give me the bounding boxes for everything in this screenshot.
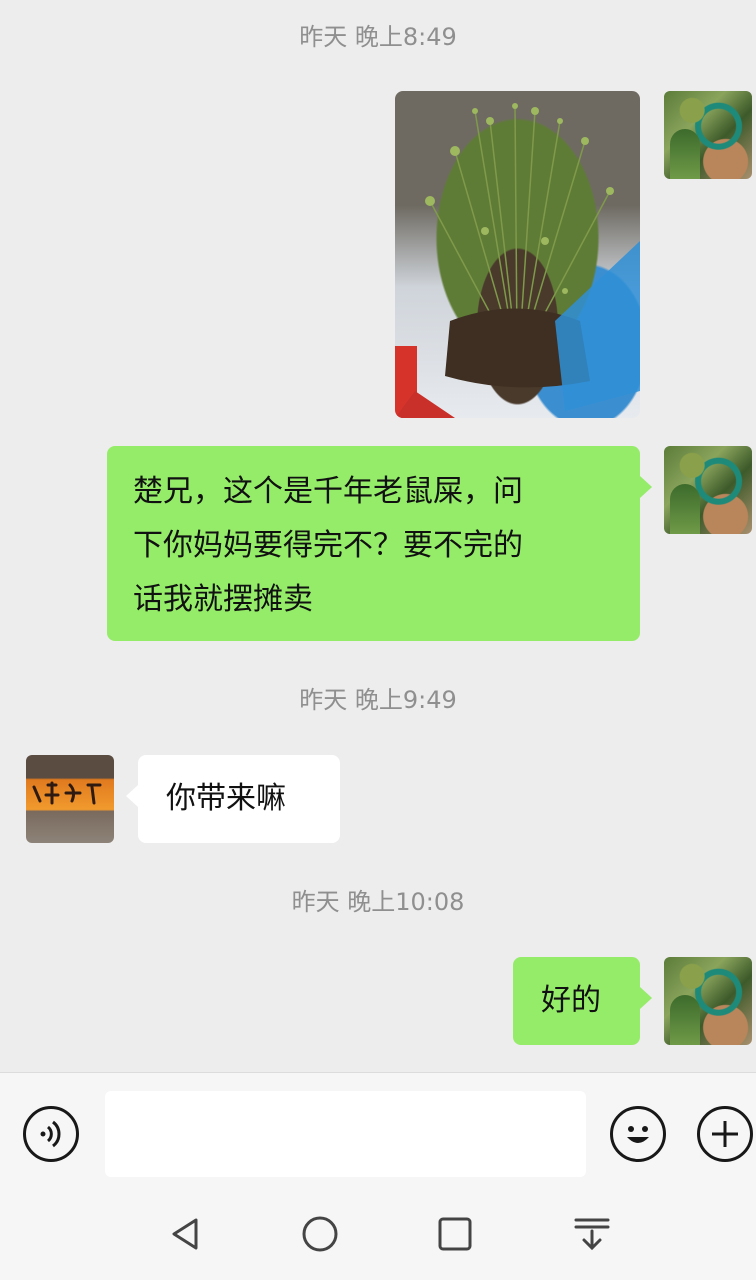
system-nav-bar [0, 1190, 756, 1280]
chat-input-bar [0, 1072, 756, 1191]
message-text: 好的 [541, 983, 601, 1018]
emoji-icon[interactable] [610, 1106, 666, 1162]
home-circle-icon[interactable] [298, 1212, 342, 1256]
plant-photo-image [395, 103, 640, 418]
message-line: 话我就摆摊卖 [133, 582, 313, 617]
message-bubble-mine[interactable]: 好的 [513, 957, 652, 1045]
back-triangle-icon[interactable] [164, 1212, 208, 1256]
recents-square-icon[interactable] [433, 1212, 477, 1256]
message-input[interactable] [105, 1091, 586, 1177]
plus-glyph [712, 1121, 738, 1147]
image-message-plant-photo[interactable] [395, 91, 640, 418]
calligraphy-banner-image [32, 781, 102, 805]
plus-icon[interactable] [697, 1106, 753, 1162]
message-bubble-mine[interactable]: 楚兄，这个是千年老鼠屎，问 下你妈妈要得完不？要不完的 话我就摆摊卖 [107, 446, 652, 641]
my-avatar[interactable] [664, 446, 752, 534]
message-line: 楚兄，这个是千年老鼠屎，问 [133, 474, 523, 509]
my-avatar[interactable] [664, 957, 752, 1045]
timestamp: 昨天 晚上8:49 [299, 23, 457, 51]
message-text: 你带来嘛 [166, 781, 286, 816]
chat-area[interactable]: 昨天 晚上8:49 楚兄，这个是千年老鼠屎，问 下你妈妈要得完不？要不完的 话我… [0, 0, 756, 1072]
voice-icon[interactable] [23, 1106, 79, 1162]
timestamp: 昨天 晚上9:49 [299, 686, 457, 714]
timestamp: 昨天 晚上10:08 [291, 888, 465, 916]
voice-wave-glyph [40, 1120, 61, 1148]
smiley-glyph [627, 1126, 649, 1143]
my-avatar[interactable] [664, 91, 752, 179]
contact-avatar[interactable] [26, 755, 114, 843]
notification-pull-icon[interactable] [570, 1212, 614, 1256]
message-line: 下你妈妈要得完不？要不完的 [133, 528, 523, 563]
message-bubble-contact[interactable]: 你带来嘛 [126, 755, 340, 843]
